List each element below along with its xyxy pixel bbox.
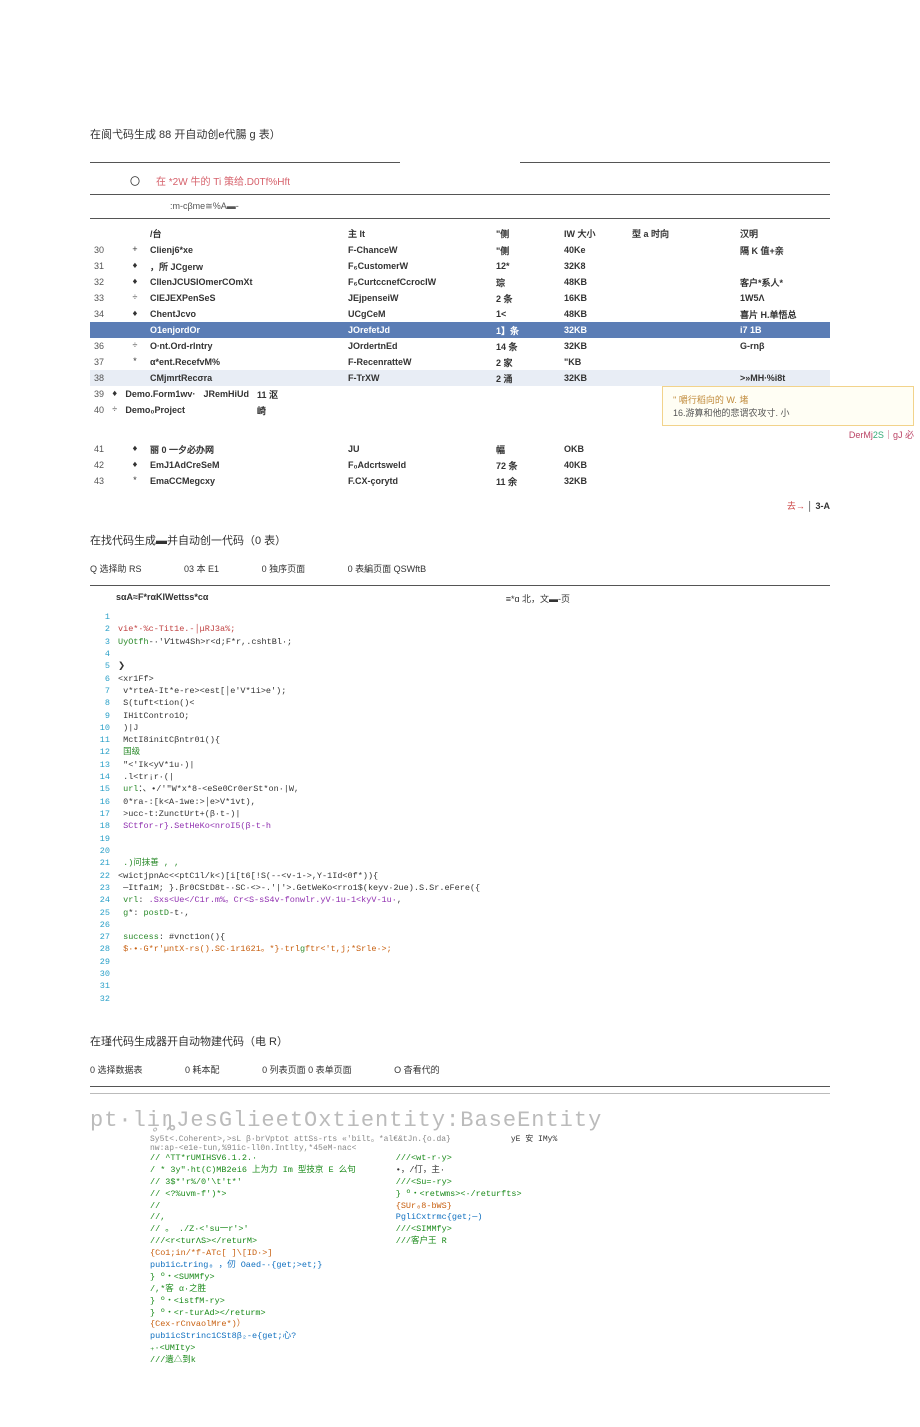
section2-title: 在找代码生成▬并自动创一代码（0 表） (90, 532, 830, 548)
table-row[interactable]: 33÷ ClEJEXPenSeS JEjpenseiW 2 条 16KB 1W5… (90, 290, 830, 306)
section1-title: 在阆弋码生成 88 开自动创e代腸 g 表） (90, 126, 830, 142)
code-block-2: // ^TT*rUMIHSV6.1.2.·/ * 3y"·ht(C)MB2ei6… (150, 1153, 830, 1367)
table-row[interactable]: 32♦ CllenJCUSIOmerCOmXt F₆CurtccnefCcroc… (90, 274, 830, 290)
subhead2: nw:ap-<e1e-tun,%91ic-ll0n.Intlty,*45eM-n… (150, 1144, 451, 1153)
section1-sub2: :m-cβme≅%A▬- (170, 201, 830, 212)
table-row[interactable]: 40÷ Demo₀Project 崎 (90, 402, 282, 418)
code-block-1: 12vie*∙%c-Tit1e.-│μRJ3a%;3UyOtfh-·'𝘝1tw4… (90, 611, 830, 1005)
separator (90, 156, 830, 169)
section2-steps: Q 选择助 RS 03 本 E1 0 独序页面 0 表編页面 QSWftB (90, 562, 830, 575)
section1-sub1: 〇在 *2W 牛的 Ti 策给.D0Tf%Hft (130, 173, 830, 188)
table-row[interactable]: 36÷ O∙nt.Ord-rlntry JOrdertnEd 14 条 32KB… (90, 338, 830, 354)
table-row[interactable]: 43* EmaCCMegcxy F.CX-çorytd 11 余 32KB (90, 473, 830, 489)
subhead1: Sy5t<.Coherent>,>sL β·brVptot attSs-rts … (150, 1133, 451, 1144)
section3-steps: 0 选择数据表 0 耗本配 0 列表页面 0 表单页面 O 杳看代的 (90, 1063, 830, 1076)
page-nav[interactable]: 去→ │ 3-A (90, 499, 830, 512)
table-header-row: /台 主 It "侧 IW 大小 型 a 时向 汉明 (90, 225, 830, 242)
table-row[interactable]: 31♦ ，所 JCgerw F₆CustomerW 12* 32K8 (90, 258, 830, 274)
subhead-r: yE 安 IMy% (511, 1133, 557, 1153)
table-row[interactable]: 34♦ ChentJcvo UCgCeM 1< 48KB 喜片 H.单悟总 (90, 306, 830, 322)
section2-right: ≡*ɑ 北，文▬-页 (506, 592, 570, 605)
after-tip: DerMj2S｜gJ 必 (282, 426, 914, 441)
table-row[interactable]: 39♦ Demo.Form1wv· JRemHiUd 11 沤 (90, 386, 282, 402)
tooltip: '' 嚼行稻向的 W. 堵 16.游算和他的悲谓农攻寸. 小 (662, 386, 914, 426)
table-row[interactable]: 30+ Clienj6*xe F-ChanceW "侧 40Ke 隔 K 值+亲 (90, 242, 830, 258)
table-row[interactable]: O1enjordOr JOrefetJd 1】条 32KB i7 1B (90, 322, 830, 338)
section2-bold: sαA≈F*rαKIWettss*cα (116, 592, 208, 605)
class-header: pt·liᤲȵJesGlieetOxtientity:BaseEntity (90, 1108, 830, 1133)
table-row[interactable]: 41♦ 丽 0 一夕必办网 JU 幅 OKB (90, 441, 830, 457)
table-row[interactable]: 38 CMjmrtRecσra F-TrXW 2 涌 32KB >»MH∙%i8… (90, 370, 830, 386)
table-row[interactable]: 42♦ EmJ1AdCreSeM F₀Adcrtsweld 72 条 40KB (90, 457, 830, 473)
file-table: /台 主 It "侧 IW 大小 型 a 时向 汉明 30+ Clienj6*x… (90, 225, 830, 386)
table-row[interactable]: 37* α*ent.RecefvM% F-RecenratteW 2 家 "KB (90, 354, 830, 370)
section3-title: 在瑾代码生成器开自动物建代码（电 R） (90, 1033, 830, 1049)
